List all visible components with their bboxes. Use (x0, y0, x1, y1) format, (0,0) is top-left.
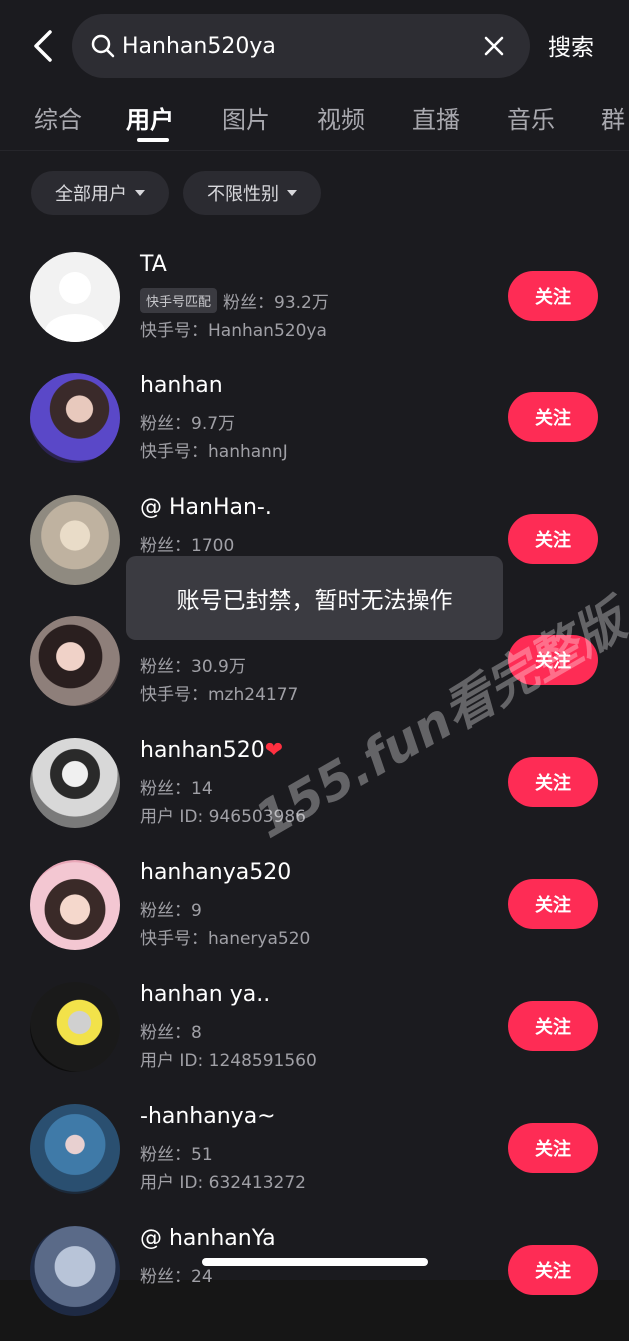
fans-count: 粉丝：30.9万 (140, 657, 246, 677)
tab-groups[interactable]: 群 (601, 100, 625, 135)
user-row[interactable]: hanhan ya.. 粉丝：8 用户 ID: 1248591560 关注 (0, 975, 629, 1097)
user-name: @ HanHan-. (140, 495, 272, 520)
fans-count: 粉丝：8 (140, 1023, 202, 1043)
fans-line: 快手号匹配 粉丝：93.2万 (140, 288, 329, 313)
account-id: 快手号：hanhannJ (140, 442, 288, 462)
account-id: 快手号：mzh24177 (140, 685, 299, 705)
tab-images[interactable]: 图片 (222, 100, 270, 135)
gender-filter-label: 不限性别 (207, 184, 279, 205)
fans-count: 粉丝：51 (140, 1145, 213, 1165)
account-id: 用户 ID: 1248591560 (140, 1051, 317, 1071)
follow-button[interactable]: 关注 (508, 514, 598, 564)
fans-count: 粉丝：9 (140, 901, 202, 921)
user-row[interactable]: TA 快手号匹配 粉丝：93.2万 快手号：Hanhan520ya 关注 (0, 245, 629, 367)
account-id: 快手号：Hanhan520ya (140, 321, 327, 341)
follow-button[interactable]: 关注 (508, 1123, 598, 1173)
tabs-divider (0, 150, 629, 151)
avatar[interactable] (30, 495, 120, 585)
fans-count: 粉丝：24 (140, 1267, 213, 1287)
tab-live[interactable]: 直播 (412, 100, 460, 135)
fans-count: 粉丝：93.2万 (223, 293, 329, 313)
user-name: TA (140, 252, 167, 277)
gender-filter[interactable]: 不限性别 (183, 171, 321, 215)
follow-button[interactable]: 关注 (508, 1001, 598, 1051)
follow-button[interactable]: 关注 (508, 271, 598, 321)
avatar[interactable] (30, 738, 120, 828)
avatar[interactable] (30, 616, 120, 706)
user-type-filter-label: 全部用户 (55, 184, 127, 205)
tab-videos[interactable]: 视频 (317, 100, 365, 135)
user-type-filter[interactable]: 全部用户 (31, 171, 169, 215)
chevron-left-icon (34, 30, 52, 62)
search-button[interactable]: 搜索 (548, 28, 594, 62)
fans-count: 粉丝：14 (140, 779, 213, 799)
user-row[interactable]: -hanhanya~ 粉丝：51 用户 ID: 632413272 关注 (0, 1097, 629, 1219)
toast-message: 账号已封禁，暂时无法操作 (126, 556, 503, 640)
tab-music[interactable]: 音乐 (507, 100, 555, 135)
clear-search-button[interactable] (478, 30, 510, 62)
match-badge: 快手号匹配 (140, 288, 218, 313)
search-header: 搜索 (0, 0, 629, 92)
close-icon (484, 36, 504, 56)
user-name-text: hanhan520 (140, 738, 265, 763)
avatar[interactable] (30, 1226, 120, 1316)
user-name: hanhan (140, 373, 223, 398)
caret-down-icon (135, 190, 145, 196)
user-name: @ hanhanYa (140, 1226, 276, 1251)
avatar[interactable] (30, 982, 120, 1072)
tab-users[interactable]: 用户 (126, 100, 174, 135)
category-tabs: 综合 用户 图片 视频 直播 音乐 群 (0, 94, 629, 148)
follow-button[interactable]: 关注 (508, 1245, 598, 1295)
user-row[interactable]: @ hanhanYa 粉丝：24 关注 (0, 1219, 629, 1341)
active-tab-indicator (137, 138, 169, 142)
fans-count: 粉丝：9.7万 (140, 414, 236, 434)
default-avatar-icon (45, 272, 105, 342)
home-indicator[interactable] (202, 1258, 428, 1266)
follow-button[interactable]: 关注 (508, 879, 598, 929)
fans-count: 粉丝：1700 (140, 536, 235, 556)
user-row[interactable]: hanhanya520 粉丝：9 快手号：hanerya520 关注 (0, 853, 629, 975)
tab-overview[interactable]: 综合 (34, 100, 82, 135)
avatar[interactable] (30, 860, 120, 950)
avatar[interactable] (30, 252, 120, 342)
account-id: 用户 ID: 632413272 (140, 1173, 306, 1193)
follow-button[interactable]: 关注 (508, 392, 598, 442)
heart-icon: ❤ (264, 738, 284, 763)
caret-down-icon (287, 190, 297, 196)
user-name: hanhan ya.. (140, 982, 271, 1007)
user-row[interactable]: hanhan 粉丝：9.7万 快手号：hanhannJ 关注 (0, 366, 629, 488)
search-bar[interactable] (72, 14, 530, 78)
follow-button[interactable]: 关注 (508, 757, 598, 807)
back-button[interactable] (26, 26, 60, 66)
user-name: hanhan520❤ (140, 738, 283, 763)
search-input[interactable] (122, 14, 472, 78)
search-icon (91, 34, 115, 58)
user-name: -hanhanya~ (140, 1104, 276, 1129)
user-name: hanhanya520 (140, 860, 292, 885)
avatar[interactable] (30, 373, 120, 463)
account-id: 快手号：hanerya520 (140, 929, 311, 949)
avatar[interactable] (30, 1104, 120, 1194)
